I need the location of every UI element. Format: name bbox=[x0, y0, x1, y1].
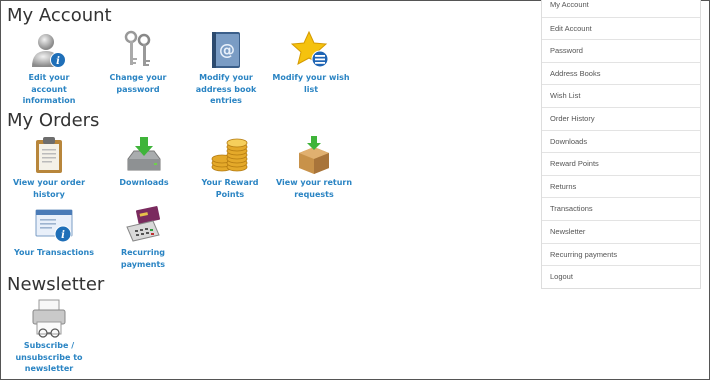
sidebar-item-downloads[interactable]: Downloads bbox=[542, 129, 700, 153]
reward-points-link[interactable]: Your Reward Points bbox=[187, 135, 273, 200]
svg-text:i: i bbox=[56, 56, 60, 67]
edit-account-label: Edit your account information bbox=[22, 73, 76, 105]
my-account-heading: My Account bbox=[7, 5, 112, 26]
coins-icon bbox=[211, 138, 248, 172]
change-password-link[interactable]: Change your password bbox=[95, 30, 181, 95]
change-password-label: Change your password bbox=[109, 73, 167, 94]
address-book-icon: @ bbox=[212, 32, 240, 68]
returns-link[interactable]: View your return requests bbox=[275, 135, 353, 200]
sidebar-item-order-history[interactable]: Order History bbox=[542, 106, 700, 130]
wish-list-label: Modify your wish list bbox=[272, 73, 350, 94]
user-info-icon: i bbox=[32, 34, 66, 68]
box-return-icon bbox=[299, 136, 329, 174]
my-orders-heading: My Orders bbox=[7, 110, 100, 131]
sidebar-item-returns[interactable]: Returns bbox=[542, 174, 700, 198]
downloads-label: Downloads bbox=[119, 178, 169, 187]
sidebar-item-address-books[interactable]: Address Books bbox=[542, 61, 700, 85]
sidebar-item-edit-account[interactable]: Edit Account bbox=[542, 16, 700, 40]
transactions-icon: i bbox=[35, 209, 73, 243]
sidebar-item-transactions[interactable]: Transactions bbox=[542, 197, 700, 220]
sidebar-item-newsletter[interactable]: Newsletter bbox=[542, 219, 700, 243]
newsletter-subscribe-link[interactable]: Subscribe / unsubscribe to newsletter bbox=[12, 298, 86, 375]
reward-points-label: Your Reward Points bbox=[201, 178, 259, 199]
cash-register-icon bbox=[126, 206, 161, 242]
keys-icon bbox=[124, 30, 151, 66]
svg-text:i: i bbox=[61, 230, 65, 241]
edit-account-link[interactable]: i Edit your account information bbox=[12, 30, 86, 107]
sidebar-item-my-account[interactable]: My Account bbox=[542, 0, 700, 17]
wish-list-link[interactable]: Modify your wish list bbox=[271, 30, 351, 95]
transactions-link[interactable]: i Your Transactions bbox=[12, 205, 96, 259]
clipboard-icon bbox=[36, 137, 62, 173]
returns-label: View your return requests bbox=[275, 178, 353, 199]
order-history-label: View your order history bbox=[12, 178, 86, 199]
newsletter-subscribe-label: Subscribe / unsubscribe to newsletter bbox=[15, 341, 83, 373]
sidebar-item-reward-points[interactable]: Reward Points bbox=[542, 152, 700, 175]
order-history-link[interactable]: View your order history bbox=[12, 135, 86, 200]
newsletter-printer-icon bbox=[32, 299, 66, 338]
downloads-link[interactable]: Downloads bbox=[107, 135, 181, 189]
transactions-label: Your Transactions bbox=[13, 248, 95, 257]
address-book-link[interactable]: @ Modify your address book entries bbox=[187, 30, 265, 107]
recurring-payments-label: Recurring payments bbox=[120, 248, 166, 269]
sidebar-item-password[interactable]: Password bbox=[542, 39, 700, 62]
recurring-payments-link[interactable]: Recurring payments bbox=[99, 205, 187, 270]
download-tray-icon bbox=[127, 137, 161, 171]
address-book-label: Modify your address book entries bbox=[195, 73, 257, 105]
account-sidebar: My Account Edit Account Password Address… bbox=[541, 0, 701, 289]
sidebar-item-wish-list[interactable]: Wish List bbox=[542, 84, 700, 107]
sidebar-item-logout[interactable]: Logout bbox=[542, 265, 700, 288]
svg-text:@: @ bbox=[219, 40, 235, 59]
newsletter-heading: Newsletter bbox=[7, 274, 105, 295]
star-list-icon bbox=[291, 30, 329, 68]
sidebar-item-recurring-payments[interactable]: Recurring payments bbox=[542, 242, 700, 266]
